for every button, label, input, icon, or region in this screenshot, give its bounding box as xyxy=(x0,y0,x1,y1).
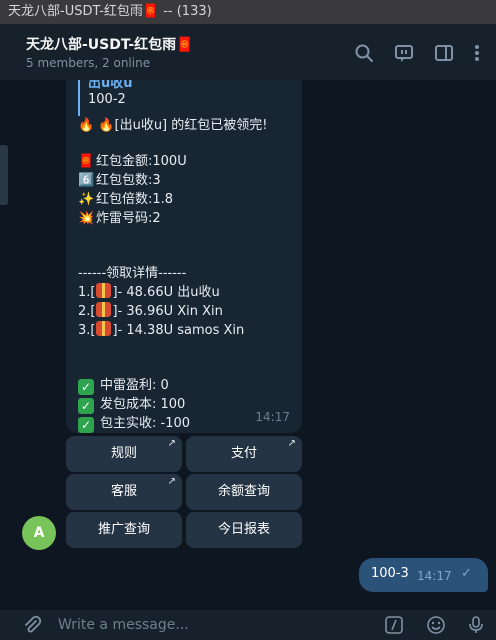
bot-commands-icon[interactable] xyxy=(384,615,404,635)
net-text: 包主实收: -100 xyxy=(100,416,191,431)
claimed-text: 🔥 🔥[出u收u] 的红包已被领完! xyxy=(78,118,268,133)
mine-text: 炸雷号码:2 xyxy=(96,211,161,226)
cost-line: ✓ 发包成本: 100 xyxy=(78,395,185,414)
profit-text: 中雷盈利: 0 xyxy=(100,378,169,393)
pay-button[interactable]: 支付 ↗ xyxy=(186,436,302,472)
rules-label: 规则 xyxy=(110,446,137,461)
chat-header: 天龙八部-USDT-红包雨🧧 5 members, 2 online xyxy=(0,24,496,80)
claim-text: ]- 48.66U 出u收u xyxy=(112,285,220,300)
pay-label: 支付 xyxy=(230,446,257,461)
avatar[interactable]: A xyxy=(22,516,56,550)
search-icon[interactable] xyxy=(353,42,375,64)
multiplier-line: ✨ 红包倍数:1.8 xyxy=(78,190,173,209)
balance-button[interactable]: 余额查询 xyxy=(186,474,302,510)
count-line: 6️⃣ 红包包数:3 xyxy=(78,171,161,190)
multiplier-text: 红包倍数:1.8 xyxy=(96,192,174,207)
report-button[interactable]: 今日报表 xyxy=(186,512,302,548)
message-time: 14:17 xyxy=(255,410,290,424)
outgoing-time: 14:17 xyxy=(417,569,452,583)
check-icon: ✓ xyxy=(78,398,94,414)
check-icon: ✓ xyxy=(78,379,94,395)
outgoing-message[interactable]: 100-3 14:17 ✓ xyxy=(359,558,488,592)
gift-icon xyxy=(96,321,112,336)
composer xyxy=(0,610,496,640)
count-text: 红包包数:3 xyxy=(96,173,161,188)
rules-button[interactable]: 规则 ↗ xyxy=(66,436,182,472)
voice-chat-icon[interactable] xyxy=(393,42,415,64)
link-arrow-icon: ↗ xyxy=(167,476,176,487)
profit-line: ✓ 中雷盈利: 0 xyxy=(78,376,169,395)
number-six-icon: 6️⃣ xyxy=(78,173,95,188)
explosion-icon: 💥 xyxy=(78,211,95,226)
gift-icon xyxy=(96,283,112,298)
amount-text: 红包金额:100U xyxy=(96,154,187,169)
link-arrow-icon: ↗ xyxy=(167,438,176,449)
claim-row: 3.[ ]- 14.38U samos Xin xyxy=(78,321,244,340)
outgoing-text: 100-3 xyxy=(371,566,409,581)
more-menu-icon[interactable] xyxy=(466,42,488,64)
claim-row: 2.[ ]- 36.96U Xin Xin xyxy=(78,302,223,321)
scrollbar[interactable] xyxy=(0,145,8,205)
message-input[interactable] xyxy=(58,614,358,636)
check-icon: ✓ xyxy=(78,417,94,433)
read-check-icon: ✓ xyxy=(461,566,472,581)
claim-prefix: 2.[ xyxy=(78,304,96,319)
reply-text: 100-2 xyxy=(88,92,126,107)
details-title: ------领取详情------ xyxy=(78,266,187,281)
emoji-icon[interactable] xyxy=(426,615,446,635)
promo-label: 推广查询 xyxy=(97,522,150,537)
reply-indicator xyxy=(78,80,80,116)
sparkles-icon: ✨ xyxy=(78,192,95,207)
chat-title[interactable]: 天龙八部-USDT-红包雨🧧 xyxy=(26,34,194,54)
balance-label: 余额查询 xyxy=(217,484,270,499)
chat-subtitle: 5 members, 2 online xyxy=(26,56,151,70)
claim-prefix: 1.[ xyxy=(78,285,96,300)
support-button[interactable]: 客服 ↗ xyxy=(66,474,182,510)
promo-button[interactable]: 推广查询 xyxy=(66,512,182,548)
mine-line: 💥 炸雷号码:2 xyxy=(78,209,161,228)
attach-icon[interactable] xyxy=(22,615,42,635)
net-line: ✓ 包主实收: -100 xyxy=(78,414,190,433)
amount-line: 🧧 红包金额:100U xyxy=(78,152,187,171)
claim-row: 1.[ ]- 48.66U 出u收u xyxy=(78,283,220,302)
report-label: 今日报表 xyxy=(217,522,270,537)
support-label: 客服 xyxy=(110,484,137,499)
message-list[interactable]: 出u收u 100-2 🔥 🔥[出u收u] 的红包已被领完! 🧧 红包金额:100U… xyxy=(0,80,496,610)
message-bubble[interactable]: 出u收u 100-2 🔥 🔥[出u收u] 的红包已被领完! 🧧 红包金额:100U… xyxy=(66,80,302,433)
cost-text: 发包成本: 100 xyxy=(100,397,186,412)
gift-icon xyxy=(96,302,112,317)
claim-text: ]- 36.96U Xin Xin xyxy=(112,304,223,319)
sidebar-toggle-icon[interactable] xyxy=(433,42,455,64)
red-envelope-icon: 🧧 xyxy=(78,154,95,169)
window-title: 天龙八部-USDT-红包雨🧧 -- (133) xyxy=(0,0,496,24)
microphone-icon[interactable] xyxy=(466,615,486,635)
link-arrow-icon: ↗ xyxy=(287,438,296,449)
claim-prefix: 3.[ xyxy=(78,323,96,338)
claim-text: ]- 14.38U samos Xin xyxy=(112,323,245,338)
